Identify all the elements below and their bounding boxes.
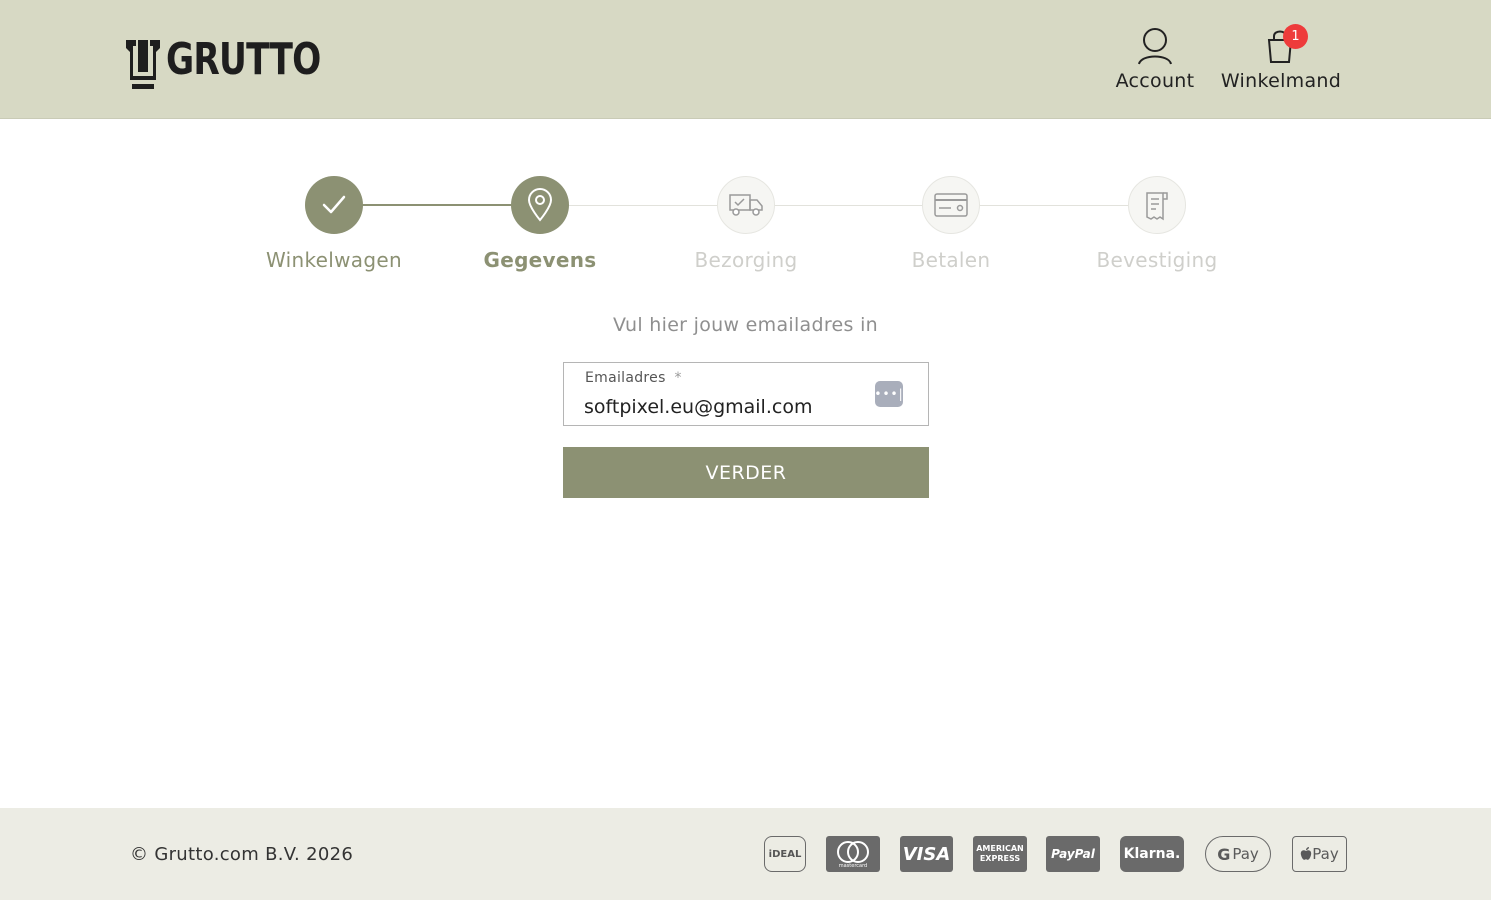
step-bevestiging: Bevestiging: [1067, 176, 1247, 272]
check-icon: [322, 195, 346, 214]
account-link[interactable]: Account: [1110, 26, 1200, 92]
user-icon: [1138, 28, 1172, 65]
step-connector-pending: [540, 205, 1157, 206]
account-label: Account: [1115, 70, 1195, 92]
ideal-logo-icon: iDEAL: [764, 836, 806, 872]
email-input[interactable]: [584, 393, 864, 421]
brand-name: GRUTTO: [166, 34, 321, 85]
amex-logo-icon: AMERICAN EXPRESS: [973, 836, 1027, 872]
step-gegevens: Gegevens: [450, 176, 630, 272]
google-pay-logo-icon: G Pay: [1205, 836, 1271, 872]
site-header: GRUTTO Account 1 Winkelmand: [0, 0, 1491, 119]
cart-label: Winkelmand: [1220, 70, 1342, 92]
checkout-stepper: Winkelwagen Gegevens Bezorging Betalen B…: [0, 176, 1491, 276]
email-field-label: Emailadres *: [585, 370, 682, 386]
apple-pay-logo-icon: Pay: [1292, 836, 1347, 872]
step-label: Gegevens: [483, 248, 597, 272]
step-label: Bezorging: [694, 248, 798, 272]
visa-logo-icon: VISA: [900, 836, 953, 872]
cart-link[interactable]: 1 Winkelmand: [1216, 24, 1346, 92]
step-betalen: Betalen: [861, 176, 1041, 272]
grutto-logo-mark-icon: [126, 40, 160, 89]
credit-card-icon: [934, 193, 968, 217]
copyright-text: © Grutto.com B.V. 2026: [130, 844, 354, 865]
continue-button[interactable]: VERDER: [563, 447, 929, 498]
required-marker: *: [674, 370, 682, 386]
klarna-logo-icon: Klarna.: [1120, 836, 1184, 872]
step-bezorging: Bezorging: [656, 176, 836, 272]
mastercard-circles-icon: [837, 840, 869, 863]
cart-count-badge: 1: [1283, 24, 1308, 49]
receipt-icon: [1146, 192, 1168, 221]
email-prompt: Vul hier jouw emailadres in: [613, 314, 878, 336]
step-label: Betalen: [911, 248, 991, 272]
step-label: Winkelwagen: [266, 248, 402, 272]
location-pin-icon: [527, 188, 553, 222]
step-winkelwagen[interactable]: Winkelwagen: [244, 176, 424, 272]
mastercard-logo-icon: mastercard: [826, 836, 880, 872]
step-label: Bevestiging: [1096, 248, 1218, 272]
site-footer: © Grutto.com B.V. 2026 iDEAL mastercard …: [0, 808, 1491, 900]
apple-icon: [1301, 847, 1312, 860]
password-manager-icon[interactable]: •••|: [874, 381, 903, 407]
delivery-truck-icon: [729, 194, 763, 216]
email-field-container[interactable]: Emailadres * •••|: [563, 362, 929, 426]
grutto-logo[interactable]: GRUTTO: [124, 36, 364, 92]
paypal-logo-icon: PayPal: [1046, 836, 1100, 872]
